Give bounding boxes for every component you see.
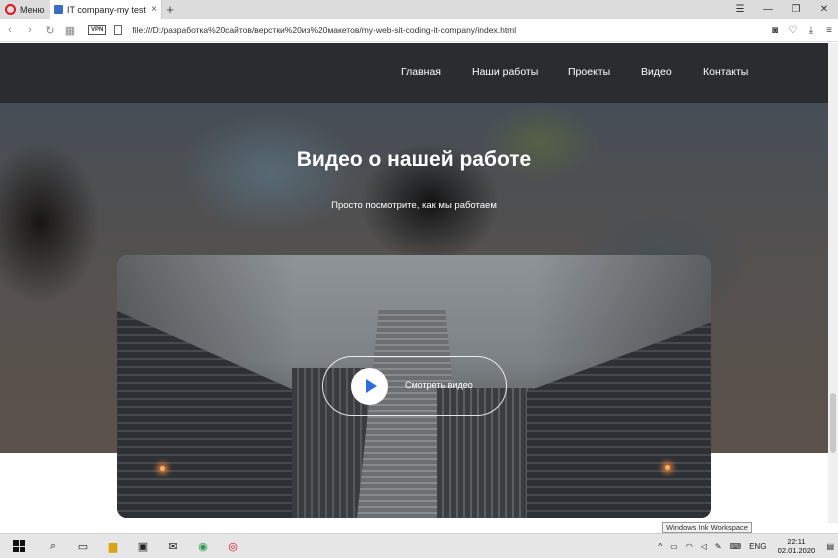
tab-strip-spacer <box>178 0 726 19</box>
tab-menu-icon[interactable]: ☰ <box>726 0 754 19</box>
opera-menu-button[interactable]: Меню <box>0 0 50 19</box>
building-image <box>527 322 711 518</box>
store-icon[interactable]: ▣ <box>128 534 158 558</box>
play-circle[interactable] <box>351 368 388 405</box>
new-tab-button[interactable]: + <box>162 0 178 19</box>
back-icon[interactable]: ‹ <box>0 24 20 36</box>
windows-taskbar: ⌕ ▭ ▆ ▣ ✉ ◉ ◎ ^ ▭ ◠ ◁ ✎ ⌨ ENG 22:11 02.0… <box>0 533 838 558</box>
clock[interactable]: 22:11 02.01.2020 <box>770 537 822 555</box>
file-icon <box>114 25 123 35</box>
network-icon[interactable]: ▭ <box>666 542 682 551</box>
mail-icon[interactable]: ✉ <box>158 534 188 558</box>
opera-icon <box>5 4 16 15</box>
video-card[interactable]: Смотреть видео <box>117 255 711 518</box>
hero-title: Видео о нашей работе <box>296 148 532 171</box>
watch-video-button[interactable]: Смотреть видео <box>322 356 507 416</box>
close-icon[interactable]: ✕ <box>810 0 838 19</box>
nav-projects[interactable]: Проекты <box>568 66 610 78</box>
minimize-icon[interactable]: — <box>754 0 782 19</box>
language-indicator[interactable]: ENG <box>745 542 770 551</box>
watch-video-label: Смотреть видео <box>405 380 473 390</box>
clock-date: 02.01.2020 <box>777 546 816 555</box>
tab-favicon-icon <box>54 5 63 14</box>
tab-title: IT company-my test web si <box>67 4 147 15</box>
street-lamp <box>160 466 165 471</box>
page-scrollbar[interactable] <box>828 43 838 523</box>
clock-time: 22:11 <box>787 537 806 546</box>
chrome-icon[interactable]: ◉ <box>188 534 218 558</box>
scrollbar-thumb[interactable] <box>830 393 836 453</box>
site-navbar: Главная Наши работы Проекты Видео Контак… <box>0 43 828 103</box>
street-lamp <box>665 465 670 470</box>
start-button[interactable] <box>0 534 38 558</box>
tabs-grid-icon[interactable]: ▦ <box>60 24 80 37</box>
menu-label: Меню <box>20 4 45 15</box>
task-view-icon[interactable]: ▭ <box>68 534 98 558</box>
play-icon <box>366 379 377 393</box>
heart-icon[interactable]: ♡ <box>784 25 802 36</box>
nav-video[interactable]: Видео <box>641 66 672 78</box>
address-bar: ‹ › ↻ ▦ VPN file:///D:/разработка%20сайт… <box>0 19 838 42</box>
web-page: Главная Наши работы Проекты Видео Контак… <box>0 43 828 523</box>
reload-icon[interactable]: ↻ <box>40 24 60 37</box>
browser-tab[interactable]: IT company-my test web si × <box>50 0 162 19</box>
wifi-icon[interactable]: ◠ <box>682 542 697 551</box>
search-icon[interactable]: ⌕ <box>38 534 68 558</box>
file-explorer-icon[interactable]: ▆ <box>98 534 128 558</box>
forward-icon[interactable]: › <box>20 24 40 36</box>
nav-contacts[interactable]: Контакты <box>703 66 748 78</box>
notifications-icon[interactable]: ▤ <box>822 542 838 551</box>
ink-workspace-icon[interactable]: ✎ <box>711 542 726 551</box>
tray-chevron-icon[interactable]: ^ <box>654 542 666 551</box>
volume-icon[interactable]: ◁ <box>697 542 711 551</box>
restore-icon[interactable]: ❐ <box>782 0 810 19</box>
screen: Меню IT company-my test web si × + ☰ — ❐… <box>0 0 838 558</box>
tooltip: Windows Ink Workspace <box>662 522 752 533</box>
tab-close-icon[interactable]: × <box>151 4 157 15</box>
keyboard-icon[interactable]: ⌨ <box>726 542 746 551</box>
vpn-icon[interactable]: VPN <box>88 25 107 35</box>
nav-home[interactable]: Главная <box>401 66 441 78</box>
opera-taskbar-icon[interactable]: ◎ <box>218 534 248 558</box>
menu-icon[interactable]: ≡ <box>820 25 838 36</box>
hero-subtitle: Просто посмотрите, как мы работаем <box>331 200 497 211</box>
browser-tab-strip: Меню IT company-my test web si × + ☰ — ❐… <box>0 0 838 19</box>
nav-works[interactable]: Наши работы <box>472 66 538 78</box>
download-icon[interactable]: ⤓ <box>802 25 820 36</box>
windows-icon <box>13 540 25 552</box>
url-field[interactable]: file:///D:/разработка%20сайтов/верстки%2… <box>132 25 766 35</box>
camera-icon[interactable]: ◙ <box>766 25 784 36</box>
building-image <box>117 311 297 518</box>
